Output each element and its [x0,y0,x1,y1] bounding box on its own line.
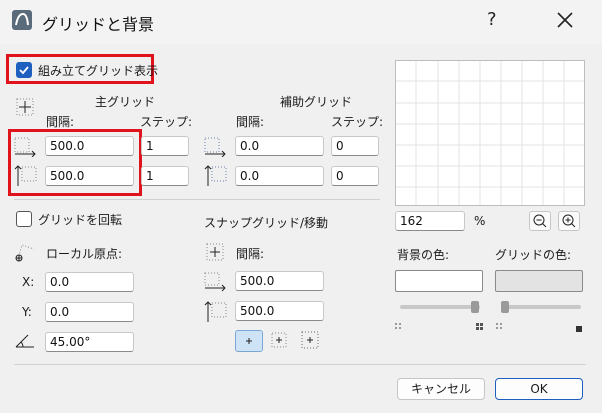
rotate-grid-checkbox[interactable] [16,211,32,227]
zoom-in-button[interactable] [558,211,580,231]
main-x-spacing-input[interactable] [45,136,134,156]
snap-corner-icon [301,331,319,349]
main-grid-header: 主グリッド [95,95,156,109]
snap-mode-center-button[interactable] [235,330,263,352]
snap-mode-corner-button[interactable] [297,330,325,352]
snap-x-icon [204,272,228,295]
assembly-label: 組み立てグリッド表示 [38,64,159,78]
main-y-step-input[interactable] [141,166,189,186]
dark-pattern-icon [476,322,486,336]
local-origin-icon [14,243,36,266]
close-icon [557,12,573,28]
snap-x-spacing-input[interactable] [235,271,324,291]
divider [14,364,586,365]
aux-step-label: ステップ: [331,115,384,129]
snap-grid-icon [206,243,224,264]
snap-y-icon [204,300,228,327]
aux-spacing-label: 間隔: [236,115,265,129]
help-button[interactable]: ? [487,9,497,30]
local-origin-label: ローカル原点: [46,247,123,261]
snap-grid-mode-icon [271,332,287,348]
background-slider-track [400,305,480,309]
angle-input[interactable] [45,332,134,352]
background-slider-thumb[interactable] [471,301,479,313]
origin-x-input[interactable] [45,272,134,292]
angle-icon [14,332,38,353]
background-color-swatch[interactable] [395,270,483,292]
grid-slider-track [501,305,581,309]
grid-origin-icon [16,98,34,119]
origin-x-label: X: [22,275,35,289]
zoom-out-icon [533,214,547,228]
snap-y-spacing-input[interactable] [235,301,324,321]
rotate-grid-label: グリッドを回転 [38,213,123,227]
light-pattern-icon [496,322,506,336]
checkmark-icon [19,66,29,75]
main-spacing-label: 間隔: [46,115,75,129]
background-color-label: 背景の色: [397,248,450,262]
aux-x-spacing-icon [204,137,228,160]
light-pattern-icon [395,322,405,336]
close-button[interactable] [552,7,578,33]
origin-y-label: Y: [22,305,32,319]
app-icon [12,10,32,30]
snap-center-icon [246,338,252,344]
zoom-out-button[interactable] [529,211,551,231]
snap-spacing-label: 間隔: [236,247,265,261]
assembly-checkbox[interactable] [16,62,32,78]
grid-color-swatch[interactable] [495,270,583,292]
grid-slider-thumb[interactable] [501,301,509,313]
grid-preview [395,60,585,206]
snap-grid-header: スナップグリッド/移動 [204,216,329,230]
preview-grid-lines [396,61,584,205]
main-y-spacing-input[interactable] [45,166,134,186]
aux-grid-header: 補助グリッド [280,95,353,109]
main-x-step-input[interactable] [141,136,189,156]
zoom-input[interactable] [395,211,465,231]
cancel-button[interactable]: キャンセル [397,378,485,400]
aux-y-step-input[interactable] [331,166,379,186]
main-step-label: ステップ: [140,115,193,129]
ok-button[interactable]: OK [495,378,583,400]
zoom-unit: % [474,214,486,228]
zoom-in-icon [562,214,576,228]
x-spacing-icon [14,137,38,160]
aux-x-spacing-input[interactable] [235,136,324,156]
window-title: グリッドと背景 [42,15,155,34]
divider [14,199,380,200]
dark-pattern-icon [576,323,584,337]
snap-mode-grid-button[interactable] [266,330,294,352]
aux-x-step-input[interactable] [331,136,379,156]
aux-y-spacing-input[interactable] [235,166,324,186]
y-spacing-icon [14,164,38,191]
grid-color-label: グリッドの色: [495,248,572,262]
origin-y-input[interactable] [45,302,134,322]
aux-y-spacing-icon [204,164,228,191]
